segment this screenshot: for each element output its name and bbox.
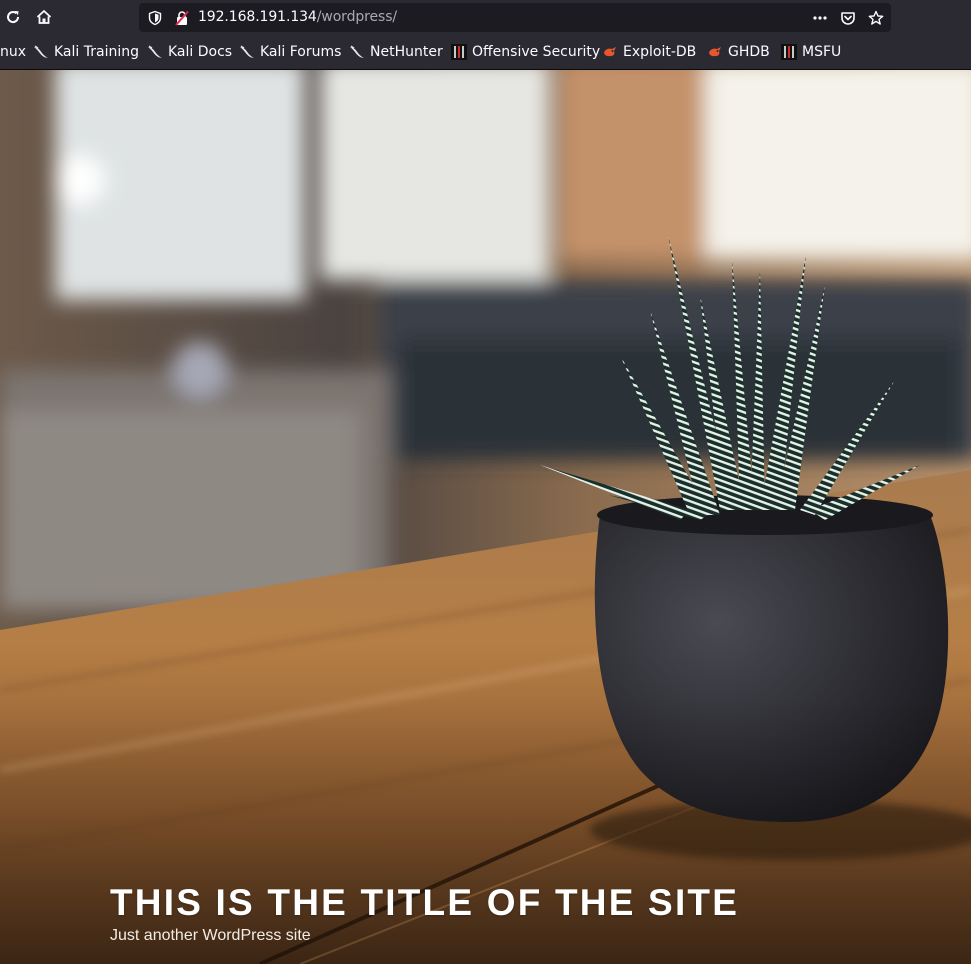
url-path: /wordpress/ [316, 9, 398, 25]
bookmark-offensive-security[interactable]: Offensive Security [451, 43, 600, 61]
bookmark-star-icon[interactable] [868, 10, 884, 26]
page-viewport: THIS IS THE TITLE OF THE SITE Just anoth… [0, 70, 971, 964]
bookmark-kali-linux[interactable]: nux [0, 43, 26, 61]
browser-toolbar: 192.168.191.134/wordpress/ [0, 0, 971, 35]
bookmark-label: nux [0, 44, 27, 60]
exploit-db-icon [709, 47, 721, 57]
bookmarks-toolbar: nux Kali Training Kali Docs Kali Forums … [0, 35, 971, 70]
more-actions-icon[interactable] [812, 10, 828, 26]
bookmark-label: Offensive Security [472, 44, 601, 60]
bookmark-kali-docs[interactable]: Kali Docs [147, 43, 232, 61]
site-title[interactable]: THIS IS THE TITLE OF THE SITE [110, 882, 739, 924]
site-tagline: Just another WordPress site [110, 927, 311, 944]
bookmark-kali-forums[interactable]: Kali Forums [239, 43, 341, 61]
bookmark-msfu[interactable]: MSFU [781, 43, 841, 61]
header-image [0, 70, 971, 964]
home-button[interactable] [31, 5, 57, 29]
bookmark-label: GHDB [728, 44, 770, 60]
bookmark-ghdb[interactable]: GHDB [707, 43, 770, 61]
home-icon [36, 10, 52, 24]
bookmark-nethunter[interactable]: NetHunter [349, 43, 443, 61]
reload-icon [7, 11, 20, 24]
insecure-connection-icon[interactable] [174, 10, 190, 26]
url-host: 192.168.191.134 [198, 9, 317, 25]
bookmark-label: Kali Training [54, 44, 139, 60]
bookmark-label: Exploit-DB [623, 44, 697, 60]
offsec-icon [781, 44, 797, 60]
tracking-protection-icon[interactable] [147, 10, 163, 26]
url-text[interactable]: 192.168.191.134/wordpress/ [198, 9, 397, 25]
bookmark-label: Kali Forums [260, 44, 342, 60]
pocket-icon[interactable] [840, 10, 856, 26]
exploit-db-icon [604, 47, 616, 57]
bookmark-exploit-db[interactable]: Exploit-DB [602, 43, 696, 61]
reload-button[interactable] [0, 5, 26, 29]
kali-dragon-icon [240, 45, 254, 58]
offsec-icon [451, 44, 467, 60]
bookmark-label: MSFU [802, 44, 842, 60]
bookmark-label: Kali Docs [168, 44, 233, 60]
bookmark-kali-training[interactable]: Kali Training [33, 43, 139, 61]
kali-dragon-icon [34, 45, 48, 58]
kali-dragon-icon [350, 45, 364, 58]
address-bar[interactable]: 192.168.191.134/wordpress/ [139, 3, 891, 32]
bookmark-label: NetHunter [370, 44, 443, 60]
kali-dragon-icon [148, 45, 162, 58]
